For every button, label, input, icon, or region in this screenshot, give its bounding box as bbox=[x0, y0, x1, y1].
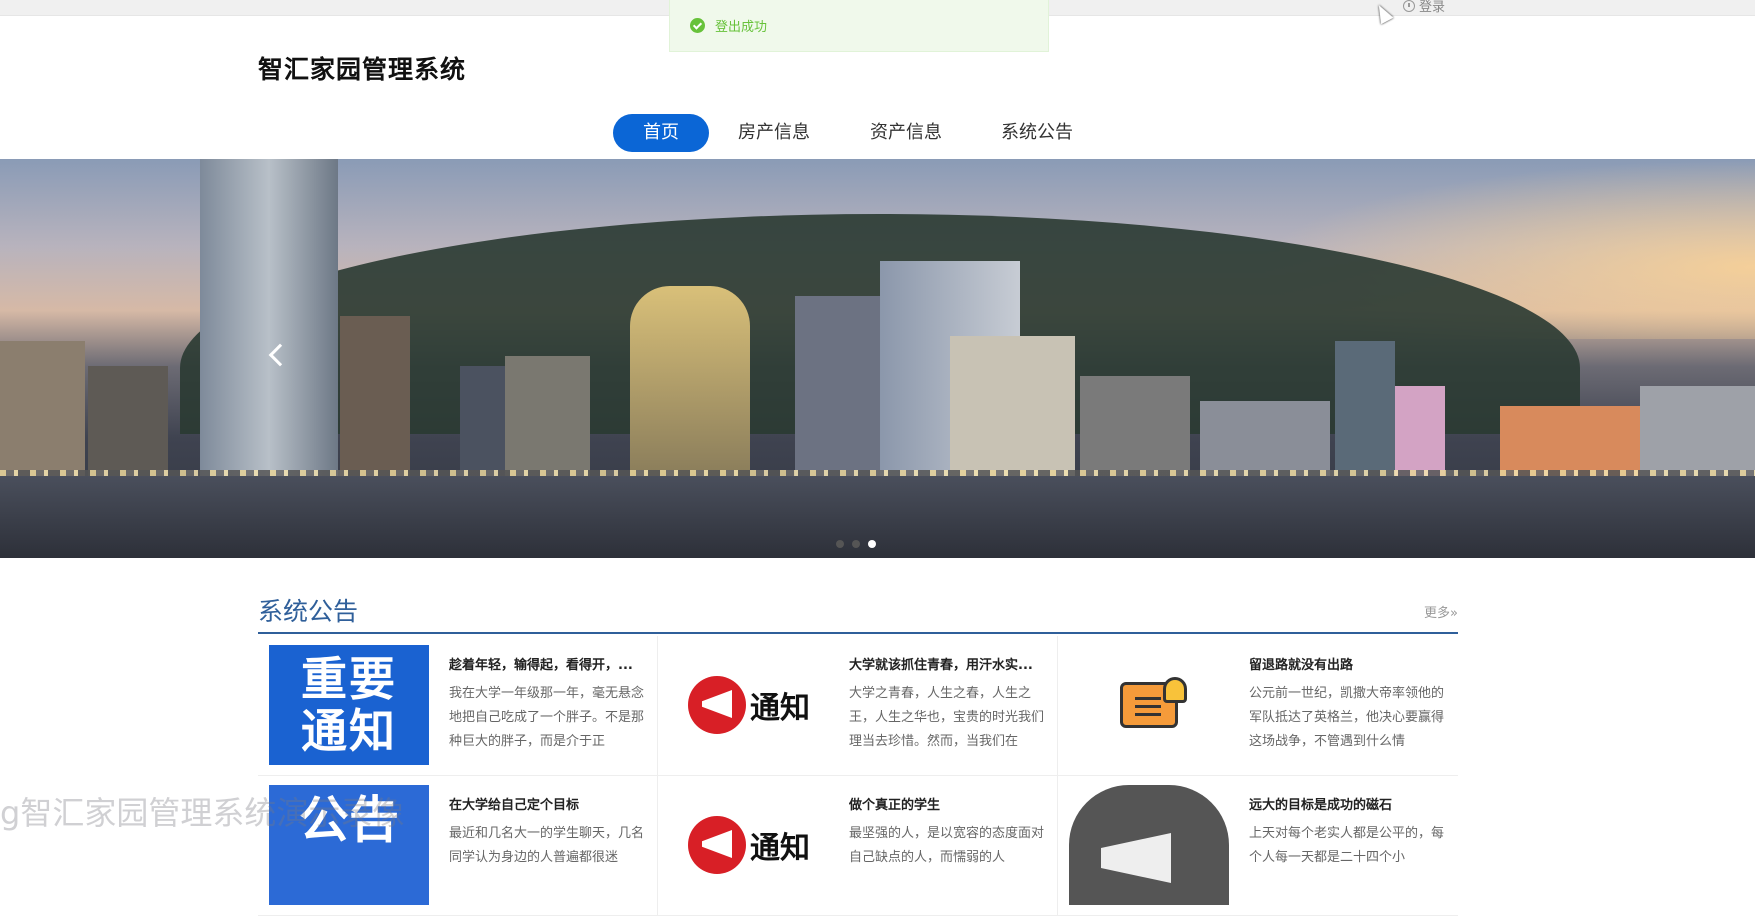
announcement-title[interactable]: 趁着年轻，输得起，看得开，... bbox=[449, 654, 641, 673]
nav-item-property[interactable]: 房产信息 bbox=[727, 114, 821, 152]
announcement-card[interactable]: 通知 大学就该抓住青春，用汗水实... 大学之青春，人生之春，人生之王，人生之华… bbox=[658, 636, 1058, 776]
announcement-title[interactable]: 留退路就没有出路 bbox=[1249, 654, 1441, 673]
building bbox=[200, 159, 338, 476]
login-label: 登录 bbox=[1419, 0, 1446, 15]
megaphone-icon bbox=[688, 816, 746, 874]
building bbox=[795, 296, 885, 476]
carousel-dot[interactable] bbox=[852, 540, 860, 548]
user-icon bbox=[1403, 0, 1415, 12]
video-watermark: g智汇家园管理系统演示录像 bbox=[0, 794, 405, 832]
announcement-title[interactable]: 做个真正的学生 bbox=[849, 794, 1041, 813]
announcement-summary: 公元前一世纪，凯撒大帝率领他的军队抵达了英格兰，他决心要赢得这场战争，不管遇到什… bbox=[1249, 686, 1445, 749]
announcement-grid: 重要 通知 趁着年轻，输得起，看得开，... 我在大学一年级那一年，毫无悬念地把自… bbox=[258, 636, 1458, 916]
check-circle-icon bbox=[690, 18, 705, 33]
toast-message: 登出成功 bbox=[715, 20, 768, 35]
announcements-header: 系统公告 更多» bbox=[258, 592, 1458, 634]
building bbox=[0, 341, 85, 476]
building bbox=[1335, 341, 1395, 476]
nav-item-assets[interactable]: 资产信息 bbox=[859, 114, 953, 152]
success-toast: 登出成功 bbox=[669, 0, 1049, 52]
announcement-title[interactable]: 远大的目标是成功的磁石 bbox=[1249, 794, 1441, 813]
hero-carousel[interactable] bbox=[0, 159, 1755, 558]
carousel-dot[interactable] bbox=[836, 540, 844, 548]
announcement-summary: 我在大学一年级那一年，毫无悬念地把自己吃成了一个胖子。不是那种巨大的胖子，而是介… bbox=[449, 686, 645, 749]
notice-thumbnail: 重要 通知 bbox=[269, 645, 429, 765]
announcement-title[interactable]: 在大学给自己定个目标 bbox=[449, 794, 641, 813]
nav-item-home[interactable]: 首页 bbox=[613, 114, 709, 152]
building bbox=[505, 356, 590, 476]
site-title: 智汇家园管理系统 bbox=[258, 55, 467, 84]
announcement-title[interactable]: 大学就该抓住青春，用汗水实... bbox=[849, 654, 1041, 673]
building bbox=[950, 336, 1075, 476]
carousel-dots bbox=[836, 540, 876, 548]
building bbox=[340, 316, 410, 476]
main-nav: 首页 房产信息 资产信息 系统公告 bbox=[0, 114, 1755, 152]
notice-thumbnail: 通知 bbox=[669, 645, 829, 765]
building bbox=[1640, 386, 1755, 476]
more-link[interactable]: 更多» bbox=[1424, 602, 1458, 621]
megaphone-icon bbox=[688, 676, 746, 734]
section-title: 系统公告 bbox=[258, 597, 359, 626]
notice-thumbnail: 通知 bbox=[669, 785, 829, 905]
announcement-summary: 最坚强的人，是以宽容的态度面对自己缺点的人，而懦弱的人 bbox=[849, 826, 1045, 865]
announcement-card[interactable]: 留退路就没有出路 公元前一世纪，凯撒大帝率领他的军队抵达了英格兰，他决心要赢得这… bbox=[1058, 636, 1458, 776]
login-link[interactable]: 登录 bbox=[1403, 0, 1445, 15]
announcement-card[interactable]: 远大的目标是成功的磁石 上天对每个老实人都是公平的，每个人每一天都是二十四个小 bbox=[1058, 776, 1458, 916]
building bbox=[1500, 406, 1640, 476]
announcement-card[interactable]: 通知 做个真正的学生 最坚强的人，是以宽容的态度面对自己缺点的人，而懦弱的人 bbox=[658, 776, 1058, 916]
announcement-summary: 上天对每个老实人都是公平的，每个人每一天都是二十四个小 bbox=[1249, 826, 1445, 865]
building bbox=[1200, 401, 1330, 476]
notice-thumbnail bbox=[1069, 645, 1229, 765]
thumbnail-text: 通知 bbox=[750, 691, 810, 726]
building bbox=[630, 286, 750, 476]
harbour-water bbox=[0, 476, 1755, 558]
bell-icon bbox=[1163, 677, 1187, 703]
nav-item-announcements[interactable]: 系统公告 bbox=[990, 114, 1084, 152]
building bbox=[1395, 386, 1445, 476]
carousel-dot-active[interactable] bbox=[868, 540, 876, 548]
announcement-card[interactable]: 重要 通知 趁着年轻，输得起，看得开，... 我在大学一年级那一年，毫无悬念地把自… bbox=[258, 636, 658, 776]
announcement-summary: 最近和几名大一的学生聊天，几名同学认为身边的人普遍都很迷 bbox=[449, 826, 645, 865]
notice-thumbnail bbox=[1069, 785, 1229, 905]
building bbox=[88, 366, 168, 476]
announcement-summary: 大学之青春，人生之春，人生之王，人生之华也，宝贵的时光我们理当去珍惜。然而，当我… bbox=[849, 686, 1045, 749]
building bbox=[1080, 376, 1190, 476]
thumbnail-text: 通知 bbox=[750, 831, 810, 866]
